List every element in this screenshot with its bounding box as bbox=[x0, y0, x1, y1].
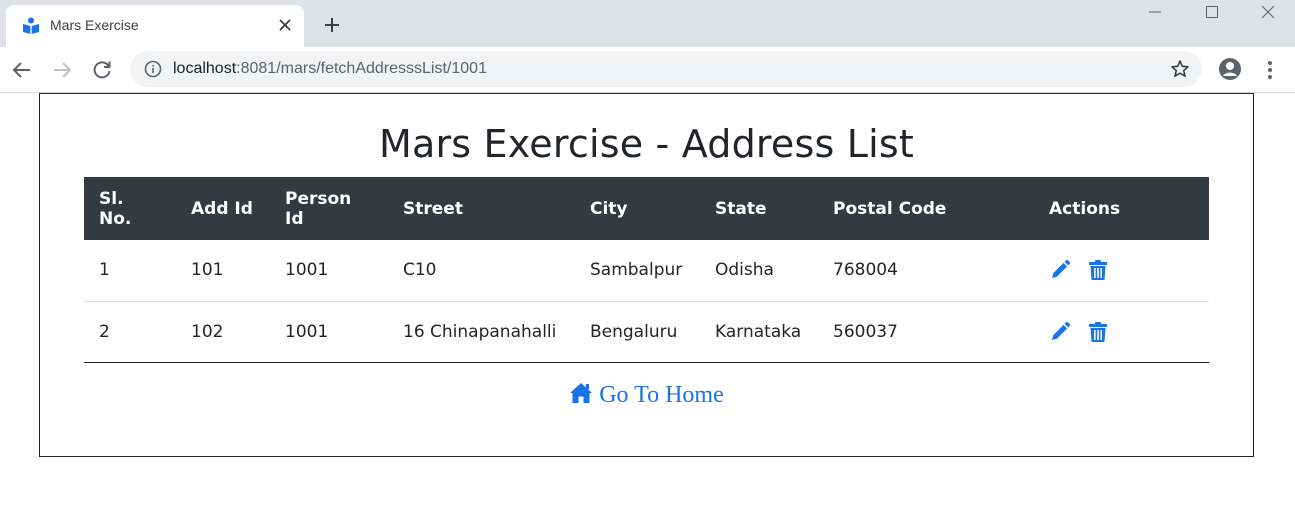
close-window-icon bbox=[1261, 5, 1275, 19]
cell-street: C10 bbox=[388, 240, 575, 302]
reload-icon[interactable] bbox=[90, 58, 114, 82]
table-row: 2 102 1001 16 Chinapanahalli Bengaluru K… bbox=[84, 301, 1209, 363]
profile-avatar-icon[interactable] bbox=[1218, 57, 1242, 81]
go-to-home-label: Go To Home bbox=[599, 382, 724, 408]
cell-person-id: 1001 bbox=[270, 301, 388, 363]
cell-sl-no: 1 bbox=[84, 240, 176, 302]
header-postal-code: Postal Code bbox=[818, 177, 1034, 240]
page-title: Mars Exercise - Address List bbox=[378, 122, 914, 166]
table-header-row: Sl. No. Add Id Person Id Street City Sta… bbox=[84, 177, 1209, 240]
info-icon[interactable] bbox=[144, 60, 162, 78]
browser-tabstrip: Mars Exercise bbox=[0, 0, 1295, 47]
home-icon bbox=[570, 383, 593, 403]
forward-arrow-icon[interactable] bbox=[50, 58, 74, 82]
address-bar[interactable]: localhost:8081/mars/fetchAddresssList/10… bbox=[130, 51, 1202, 87]
close-window-button[interactable] bbox=[1240, 0, 1295, 30]
cell-city: Bengaluru bbox=[575, 301, 700, 363]
header-actions: Actions bbox=[1034, 177, 1209, 240]
cell-state: Odisha bbox=[700, 240, 818, 302]
browser-tab[interactable]: Mars Exercise bbox=[6, 5, 304, 47]
trash-icon[interactable] bbox=[1088, 259, 1108, 281]
minimize-button[interactable] bbox=[1127, 0, 1183, 30]
new-tab-icon[interactable] bbox=[322, 15, 342, 35]
go-to-home-link[interactable]: Go To Home bbox=[569, 382, 724, 408]
minimize-icon bbox=[1149, 11, 1161, 13]
close-tab-icon[interactable] bbox=[276, 16, 294, 34]
header-city: City bbox=[575, 177, 700, 240]
home-link-container: Go To Home bbox=[40, 382, 1253, 409]
back-arrow-icon[interactable] bbox=[10, 58, 34, 82]
address-table: Sl. No. Add Id Person Id Street City Sta… bbox=[84, 177, 1209, 363]
page-container: Mars Exercise - Address List Sl. No. Add… bbox=[39, 93, 1254, 457]
browser-toolbar: localhost:8081/mars/fetchAddresssList/10… bbox=[0, 47, 1295, 93]
url-path: :8081/mars/fetchAddresssList/1001 bbox=[236, 60, 487, 77]
cell-state: Karnataka bbox=[700, 301, 818, 363]
pencil-icon[interactable] bbox=[1049, 321, 1071, 343]
maximize-button[interactable] bbox=[1184, 0, 1240, 30]
cell-sl-no: 2 bbox=[84, 301, 176, 363]
cell-actions bbox=[1034, 301, 1209, 363]
cell-add-id: 101 bbox=[176, 240, 270, 302]
book-reader-icon bbox=[23, 17, 39, 34]
bookmark-star-icon[interactable] bbox=[1170, 59, 1190, 79]
trash-icon[interactable] bbox=[1088, 321, 1108, 343]
cell-postal-code: 560037 bbox=[818, 301, 1034, 363]
maximize-icon bbox=[1206, 6, 1218, 18]
cell-actions bbox=[1034, 240, 1209, 302]
cell-street: 16 Chinapanahalli bbox=[388, 301, 575, 363]
url-text[interactable]: localhost:8081/mars/fetchAddresssList/10… bbox=[173, 60, 487, 78]
url-host: localhost bbox=[173, 60, 237, 77]
table-row: 1 101 1001 C10 Sambalpur Odisha 768004 bbox=[84, 240, 1209, 302]
cell-city: Sambalpur bbox=[575, 240, 700, 302]
header-sl-no: Sl. No. bbox=[84, 177, 176, 240]
cell-postal-code: 768004 bbox=[818, 240, 1034, 302]
cell-person-id: 1001 bbox=[270, 240, 388, 302]
cell-add-id: 102 bbox=[176, 301, 270, 363]
header-street: Street bbox=[388, 177, 575, 240]
pencil-icon[interactable] bbox=[1049, 259, 1071, 281]
header-state: State bbox=[700, 177, 818, 240]
header-person-id: Person Id bbox=[270, 177, 388, 240]
kebab-menu-icon[interactable] bbox=[1260, 58, 1280, 82]
tab-title: Mars Exercise bbox=[50, 17, 139, 33]
header-add-id: Add Id bbox=[176, 177, 270, 240]
